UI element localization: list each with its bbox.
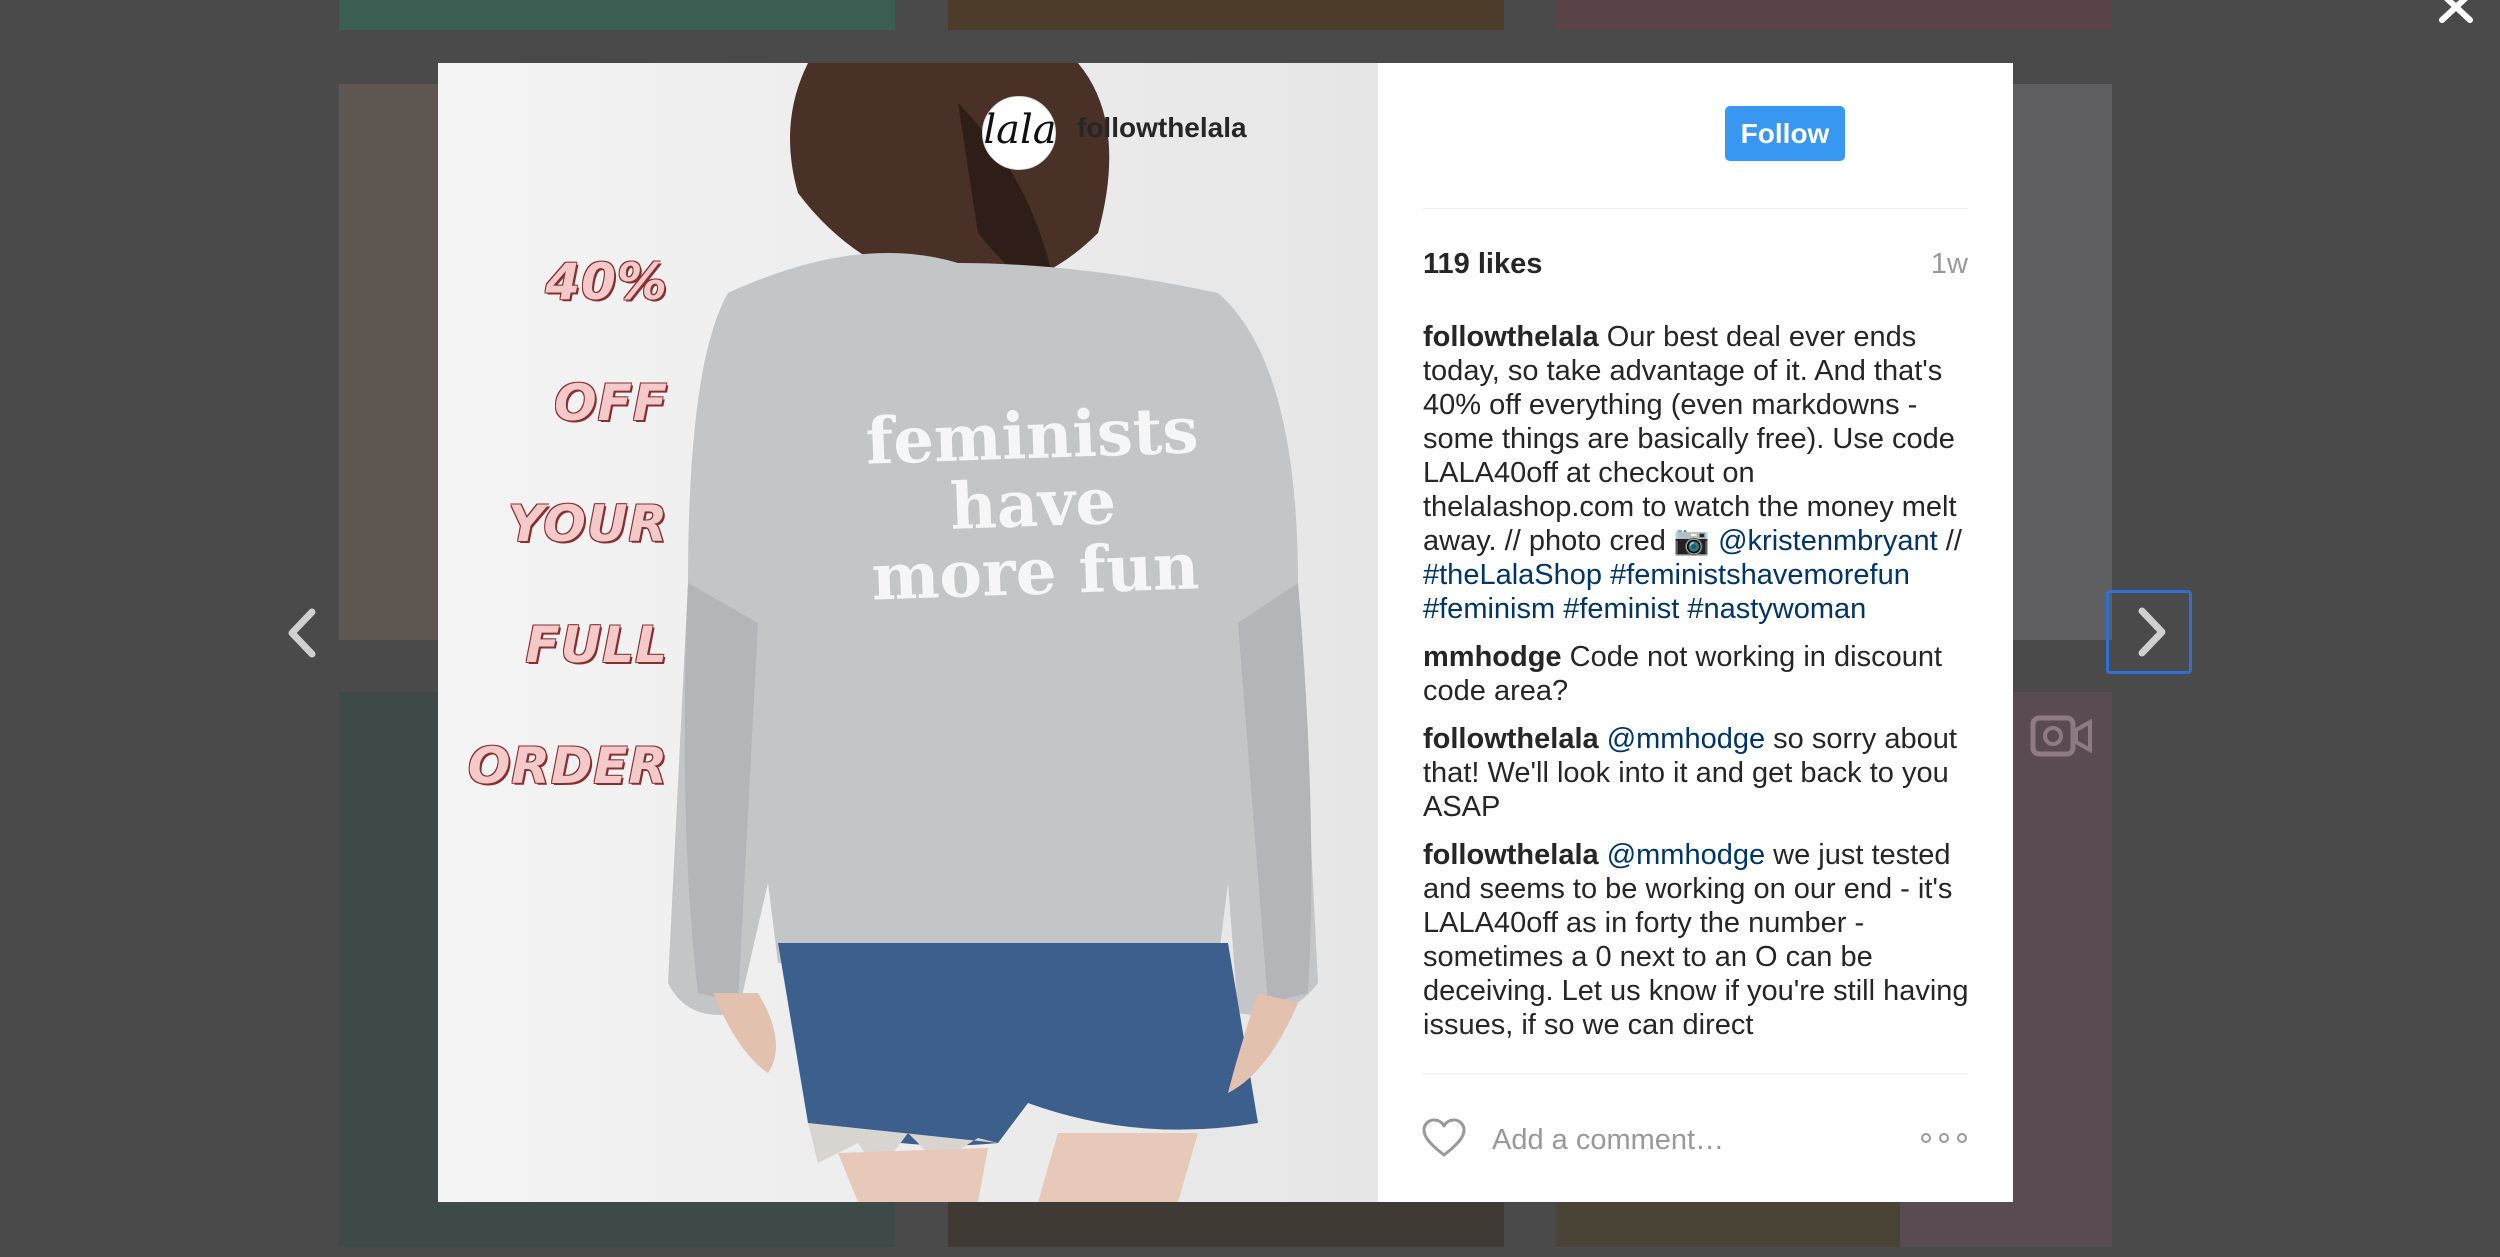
feed-tile[interactable] <box>339 0 895 30</box>
promo-text: ORDER <box>467 737 668 795</box>
mention-link[interactable]: @mmhodge <box>1607 723 1765 755</box>
more-options-icon[interactable] <box>1920 1128 1968 1148</box>
promo-text: OFF <box>554 374 668 432</box>
mention-link[interactable]: @kristenmbryant <box>1718 525 1938 557</box>
comment-username[interactable]: mmhodge <box>1423 641 1562 673</box>
comment-item: followthelala @mmhodge we just tested an… <box>1423 838 1971 1042</box>
hashtag-link[interactable]: #feminism <box>1423 593 1555 625</box>
close-icon[interactable] <box>2432 0 2480 24</box>
comment-item: mmhodge Code not working in discount cod… <box>1423 640 1971 708</box>
avatar-logo-text: lala <box>983 107 1056 153</box>
likes-count[interactable]: 119 likes <box>1423 248 1542 281</box>
hashtag-link[interactable]: #theLalaShop <box>1423 559 1602 591</box>
video-icon <box>2030 715 2092 757</box>
mention-link[interactable]: @mmhodge <box>1607 839 1765 871</box>
comment-list[interactable]: followthelala Our best deal ever ends to… <box>1423 320 1971 1072</box>
comment-text: Our best deal ever ends today, so take a… <box>1423 321 1957 557</box>
next-post-button[interactable] <box>2106 590 2192 674</box>
promo-text: YOUR <box>507 495 668 553</box>
post-time[interactable]: 1w <box>1905 248 1968 281</box>
comment-text: // <box>1945 525 1962 557</box>
heart-icon[interactable] <box>1422 1118 1466 1158</box>
hashtag-link[interactable]: #feministshavemorefun <box>1610 559 1910 591</box>
comment-username[interactable]: followthelala <box>1423 321 1599 353</box>
avatar[interactable]: lala <box>982 96 1056 170</box>
hashtag-link[interactable]: #nastywoman <box>1687 593 1866 625</box>
post-username[interactable]: followthelala <box>1077 112 1247 144</box>
hashtag-link[interactable]: #feminist <box>1563 593 1679 625</box>
feed-tile[interactable] <box>948 1200 1504 1247</box>
promo-text: FULL <box>525 616 668 674</box>
post-photo: 40% OFF YOUR FULL ORDER feminists have m… <box>438 63 1378 1202</box>
feed-tile[interactable] <box>948 0 1504 30</box>
promo-text: 40% <box>545 253 668 311</box>
footer-divider <box>1423 1073 1968 1074</box>
follow-button[interactable]: Follow <box>1725 106 1845 161</box>
comment-item: followthelala @mmhodge so sorry about th… <box>1423 722 1971 824</box>
add-comment-input[interactable] <box>1490 1118 1894 1162</box>
sweater-print: feminists have more fun <box>864 393 1202 616</box>
chevron-left-icon[interactable] <box>272 598 332 668</box>
comment-username[interactable]: followthelala <box>1423 723 1599 755</box>
caption: followthelala Our best deal ever ends to… <box>1423 320 1971 626</box>
chevron-right-icon <box>2138 607 2166 657</box>
sweater-print-line: feminists <box>864 393 1200 480</box>
header-divider <box>1423 208 1968 209</box>
sweater-print-line: more fun <box>870 529 1201 616</box>
feed-tile[interactable] <box>1556 0 2112 30</box>
comment-username[interactable]: followthelala <box>1423 839 1599 871</box>
